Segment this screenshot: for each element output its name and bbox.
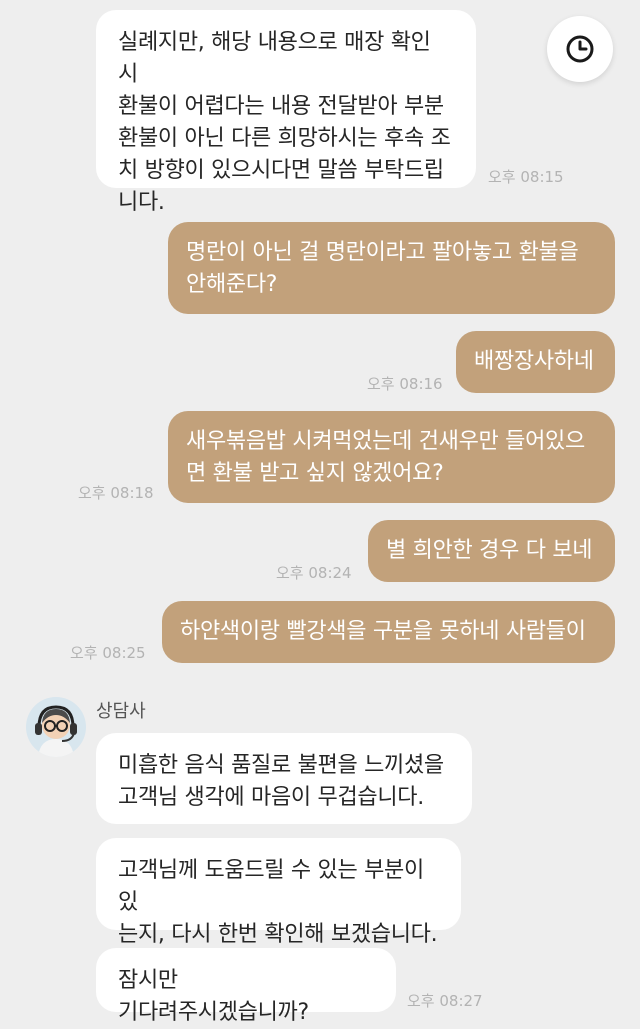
- incoming-message: 실례지만, 해당 내용으로 매장 확인 시 환불이 어렵다는 내용 전달받아 부…: [96, 10, 476, 215]
- outgoing-message: 명란이 아닌 걸 명란이라고 팔아놓고 환불을 안해준다?: [168, 222, 615, 314]
- message-timestamp: 오후 08:18: [78, 484, 154, 502]
- incoming-message: 고객님께 도움드릴 수 있는 부분이 있 는지, 다시 한번 확인해 보겠습니다…: [96, 838, 461, 947]
- message-timestamp: 오후 08:16: [367, 375, 443, 393]
- message-timestamp: 오후 08:25: [70, 644, 146, 662]
- clock-icon: [564, 33, 596, 65]
- agent-name: 상담사: [96, 701, 146, 722]
- outgoing-message: 배짱장사하네: [456, 331, 615, 393]
- outgoing-message: 하얀색이랑 빨강색을 구분을 못하네 사람들이: [162, 601, 615, 663]
- agent-avatar-icon[interactable]: [26, 697, 86, 757]
- message-timestamp: 오후 08:24: [276, 564, 352, 582]
- message-timestamp: 오후 08:27: [407, 992, 483, 1010]
- incoming-message: 미흡한 음식 품질로 불편을 느끼셨을 고객님 생각에 마음이 무겁습니다.: [96, 733, 472, 824]
- chat-area: 실례지만, 해당 내용으로 매장 확인 시 환불이 어렵다는 내용 전달받아 부…: [0, 0, 640, 1025]
- history-button[interactable]: [547, 16, 613, 82]
- outgoing-message: 새우볶음밥 시켜먹었는데 건새우만 들어있으 면 환불 받고 싶지 않겠어요?: [168, 411, 615, 503]
- incoming-message: 잠시만 기다려주시겠습니까?: [96, 948, 396, 1025]
- outgoing-message: 별 희안한 경우 다 보네: [368, 520, 615, 582]
- message-timestamp: 오후 08:15: [488, 168, 564, 186]
